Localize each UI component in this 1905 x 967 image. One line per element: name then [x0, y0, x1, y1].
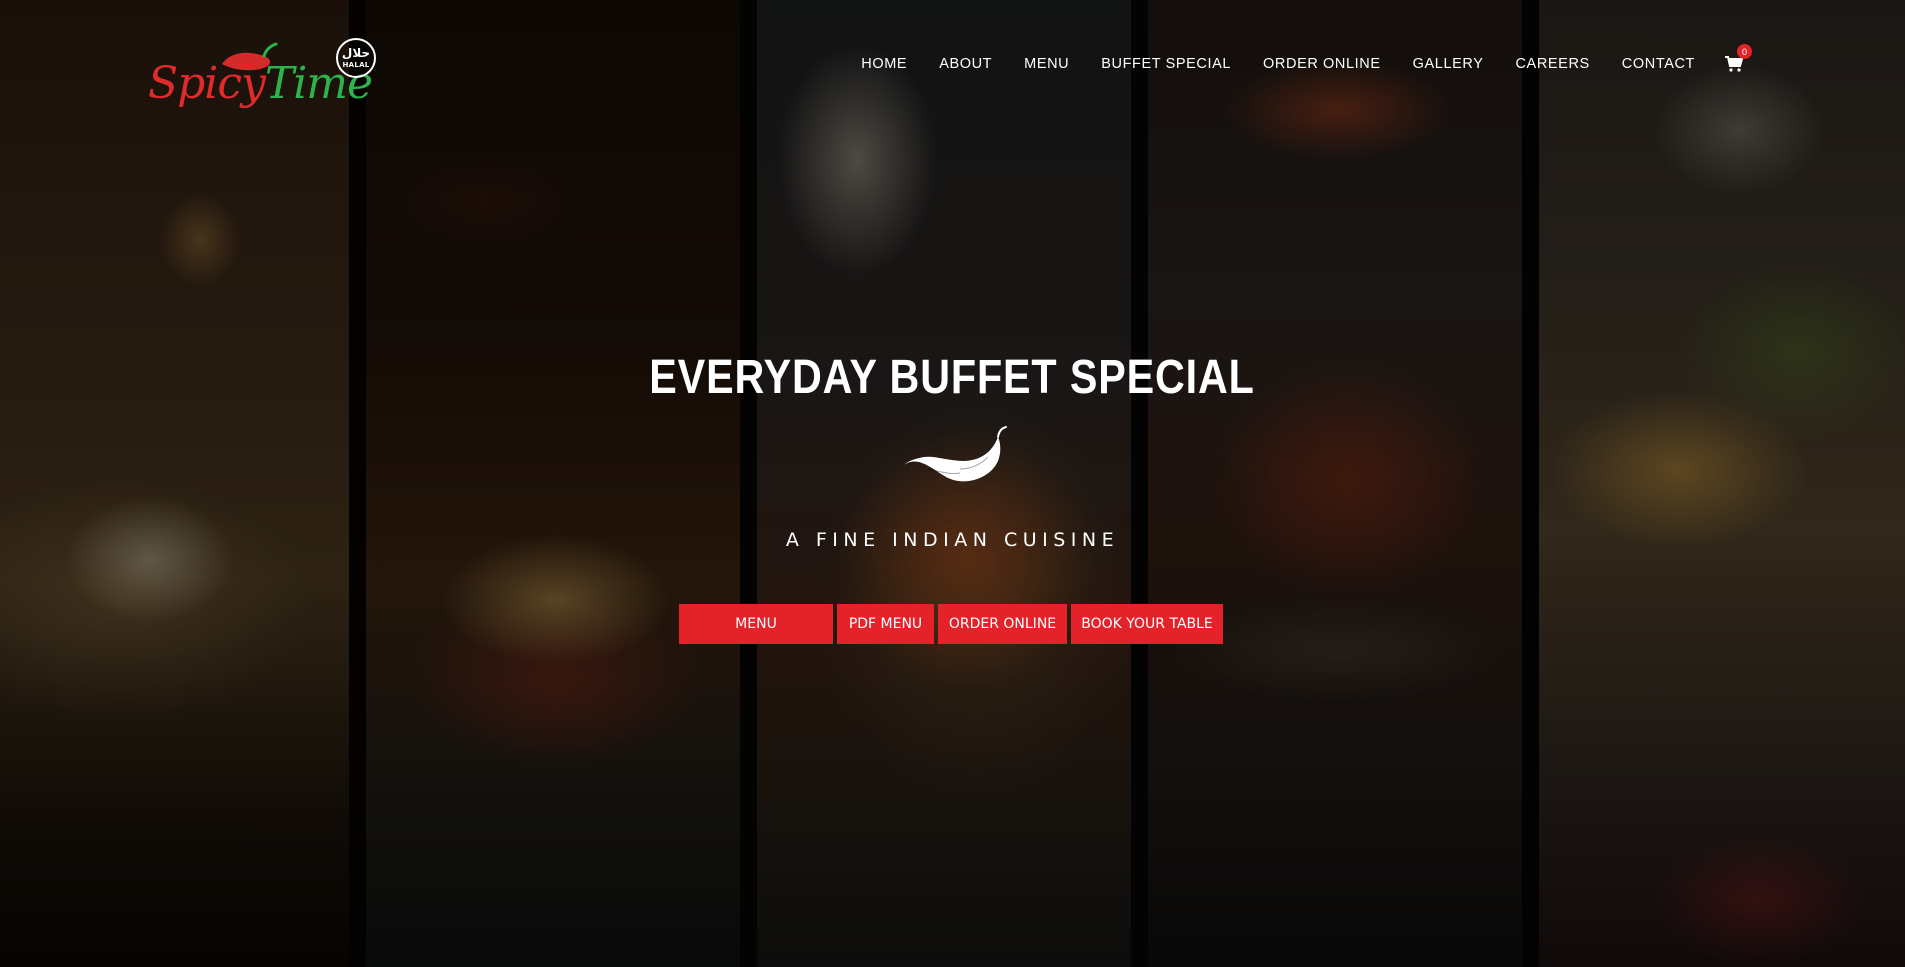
hero-title: EVERYDAY BUFFET SPECIAL: [649, 351, 1256, 404]
nav-careers[interactable]: CAREERS: [1515, 56, 1589, 72]
main-nav: HOME ABOUT MENU BUFFET SPECIAL ORDER ONL…: [829, 44, 1752, 72]
hero-buttons: MENU PDF MENU ORDER ONLINE BOOK YOUR TAB…: [679, 604, 1227, 644]
pdf-menu-button[interactable]: PDF MENU: [837, 604, 934, 644]
nav-gallery[interactable]: GALLERY: [1413, 56, 1484, 72]
nav-contact[interactable]: CONTACT: [1622, 56, 1695, 72]
cart-button[interactable]: 0: [1725, 44, 1752, 72]
nav-buffet-special[interactable]: BUFFET SPECIAL: [1101, 56, 1231, 72]
hero-section: EVERYDAY BUFFET SPECIAL A FINE INDIAN CU…: [0, 350, 1905, 551]
cart-icon: [1725, 56, 1744, 72]
halal-badge: حلال HALAL: [336, 38, 376, 78]
site-logo[interactable]: SpicyTime حلال HALAL: [148, 34, 378, 120]
nav-order-online[interactable]: ORDER ONLINE: [1263, 56, 1381, 72]
cart-count-badge: 0: [1737, 44, 1752, 59]
nav-about[interactable]: ABOUT: [939, 56, 992, 72]
hero-subtitle: A FINE INDIAN CUISINE: [785, 529, 1120, 551]
chili-ornament: [0, 425, 1905, 495]
order-online-button[interactable]: ORDER ONLINE: [938, 604, 1067, 644]
nav-home[interactable]: HOME: [861, 56, 907, 72]
nav-menu[interactable]: MENU: [1024, 56, 1069, 72]
menu-button[interactable]: MENU: [679, 604, 833, 644]
chili-ornament-icon: [903, 426, 1007, 482]
book-table-button[interactable]: BOOK YOUR TABLE: [1071, 604, 1223, 644]
